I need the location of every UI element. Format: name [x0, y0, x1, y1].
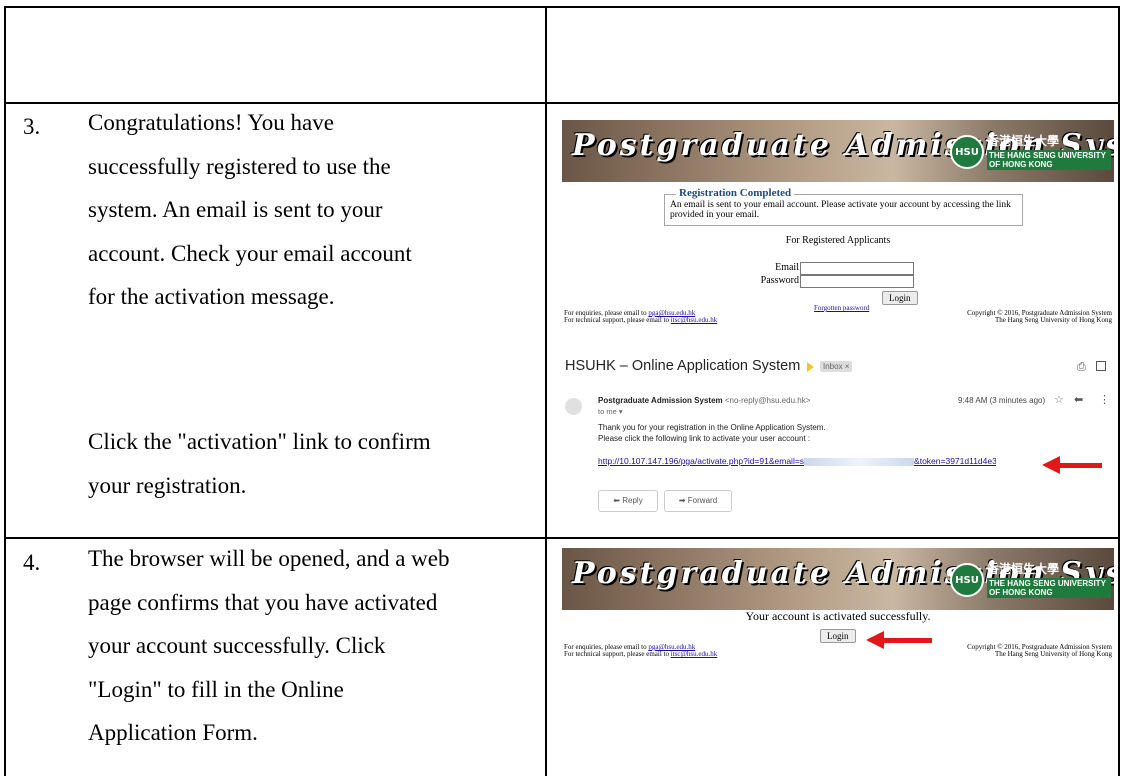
registration-message: An email is sent to your email account. … [670, 200, 1011, 220]
university-name: 香港恒生大學 THE HANG SENG UNIVERSITY OF HONG K… [987, 132, 1111, 170]
footer-right: Copyright © 2016, Postgraduate Admission… [967, 644, 1112, 658]
university-name-en: THE HANG SENG UNIVERSITY OF HONG KONG [987, 150, 1111, 170]
step-line: your account successfully. Click [88, 633, 386, 658]
table-border-middle [545, 6, 547, 776]
blurred-email [804, 457, 915, 466]
email-input[interactable] [800, 262, 914, 275]
red-arrow-shaft [1058, 463, 1102, 468]
university-name-en: THE HANG SENG UNIVERSITY OF HONG KONG [987, 578, 1111, 598]
email-subject: HSUHK – Online Application System [565, 358, 801, 374]
step-line: "Login" to fill in the Online [88, 676, 344, 702]
activation-message: Your account is activated successfully. [745, 609, 931, 623]
step-line: your registration. [88, 472, 247, 498]
password-input[interactable] [800, 275, 914, 288]
reply-icon[interactable]: ⬅ [1074, 393, 1083, 406]
more-icon[interactable]: ⋮ [1099, 393, 1110, 406]
print-icon[interactable]: ⎙ [1077, 361, 1086, 374]
step-number: 4. [23, 550, 41, 575]
inbox-label[interactable]: Inbox × [820, 361, 853, 372]
sender-name: Postgraduate Admission System [598, 396, 723, 405]
sender-line: Postgraduate Admission System <no-reply@… [598, 396, 810, 405]
importance-marker-icon [807, 362, 814, 372]
university-name-en-line: THE HANG SENG UNIVERSITY [989, 151, 1106, 160]
registration-screenshot: Postgraduate Admission System HSU 香港恒生大學… [562, 120, 1114, 330]
step-line: system. An email is sent to your [88, 197, 383, 222]
university-name-zh: 香港恒生大學 [987, 134, 1060, 148]
password-label: Password [760, 275, 799, 286]
step-line: Click the "activation" link to confirm [88, 429, 431, 454]
forward-label: Forward [687, 496, 718, 505]
activation-screenshot: Postgraduate Admission System HSU 香港恒生大學… [562, 548, 1114, 663]
footer-text: For technical support, please email to [564, 316, 669, 324]
registered-applicants-heading: For Registered Applicants [785, 235, 891, 246]
table-border-right [1118, 6, 1120, 776]
step-line: successfully registered to use the [88, 153, 391, 179]
step-number: 3. [23, 114, 41, 139]
step-4-text: The browser will be opened, and a web pa… [88, 537, 538, 755]
step-line: Application Form. [88, 720, 258, 745]
activation-link[interactable]: http://10.107.147.196/pga/activate.php?i… [598, 456, 996, 466]
recipient-line[interactable]: to me ▾ [598, 407, 623, 416]
pas-banner: Postgraduate Admission System HSU 香港恒生大學… [562, 548, 1114, 610]
support-email-link[interactable]: itsc@hsu.edu.hk [671, 316, 718, 324]
activation-link-start[interactable]: http://10.107.147.196/pga/activate.php?i… [598, 456, 804, 466]
activation-link-end[interactable]: &token=3971d11d4e3f49163a0bed7a10538fd6 [914, 456, 996, 466]
support-email-link[interactable]: itsc@hsu.edu.hk [671, 650, 718, 658]
registration-legend: Registration Completed [676, 187, 795, 199]
step-line: for the activation message. [88, 284, 335, 309]
sender-address: <no-reply@hsu.edu.hk> [724, 396, 811, 405]
star-icon[interactable]: ☆ [1054, 393, 1064, 406]
university-seal-icon: HSU [950, 563, 984, 597]
reply-button[interactable]: ⬅ Reply [598, 490, 658, 512]
footer-line: For technical support, please email to i… [564, 651, 717, 658]
reply-label: Reply [622, 496, 643, 505]
step-line: account. Check your email account [88, 240, 412, 266]
step-3-text: Congratulations! You have successfully r… [88, 101, 538, 319]
forward-button[interactable]: ➡ Forward [664, 490, 732, 512]
table-border-top [4, 6, 1120, 8]
footer-left: For enquiries, please email to pga@hsu.e… [564, 644, 717, 658]
avatar [565, 398, 582, 415]
university-name-en-line: THE HANG SENG UNIVERSITY [989, 579, 1106, 588]
email-label: Email [775, 262, 799, 273]
footer-line: For technical support, please email to i… [564, 317, 717, 324]
university-name-en-line: OF HONG KONG [989, 160, 1053, 169]
footer-text: For technical support, please email to [564, 650, 669, 658]
university-seal-icon: HSU [950, 135, 984, 169]
step-line: page confirms that you have activated [88, 589, 438, 615]
email-body-line: Please click the following link to activ… [598, 434, 811, 443]
university-name: 香港恒生大學 THE HANG SENG UNIVERSITY OF HONG K… [987, 560, 1111, 598]
forward-arrow-icon: ➡ [678, 496, 686, 505]
red-arrow-shaft [882, 638, 932, 643]
university-name-en-line: OF HONG KONG [989, 588, 1053, 597]
step-line: The browser will be opened, and a web [88, 546, 450, 571]
email-time: 9:48 AM (3 minutes ago) [958, 396, 1046, 405]
open-new-window-icon[interactable] [1096, 361, 1106, 371]
login-button[interactable]: Login [882, 291, 918, 305]
login-button[interactable]: Login [820, 629, 856, 643]
pas-banner: Postgraduate Admission System HSU 香港恒生大學… [562, 120, 1114, 182]
step-line: Congratulations! You have [88, 110, 334, 135]
email-screenshot: HSUHK – Online Application System Inbox … [562, 352, 1114, 522]
copyright-text: The Hang Seng University of Hong Kong [994, 650, 1112, 658]
footer-left: For enquiries, please email to pga@hsu.e… [564, 310, 717, 324]
reply-arrow-icon: ⬅ [613, 496, 620, 505]
table-border-left [4, 6, 6, 776]
copyright-text: The Hang Seng University of Hong Kong [994, 316, 1112, 324]
email-body-line: Thank you for your registration in the O… [598, 423, 826, 432]
step-3-text-2: Click the "activation" link to confirm y… [88, 420, 538, 507]
forgotten-password-link[interactable]: Forgotten password [814, 304, 869, 312]
footer-right: Copyright © 2016, Postgraduate Admission… [967, 310, 1112, 324]
university-name-zh: 香港恒生大學 [987, 562, 1060, 576]
